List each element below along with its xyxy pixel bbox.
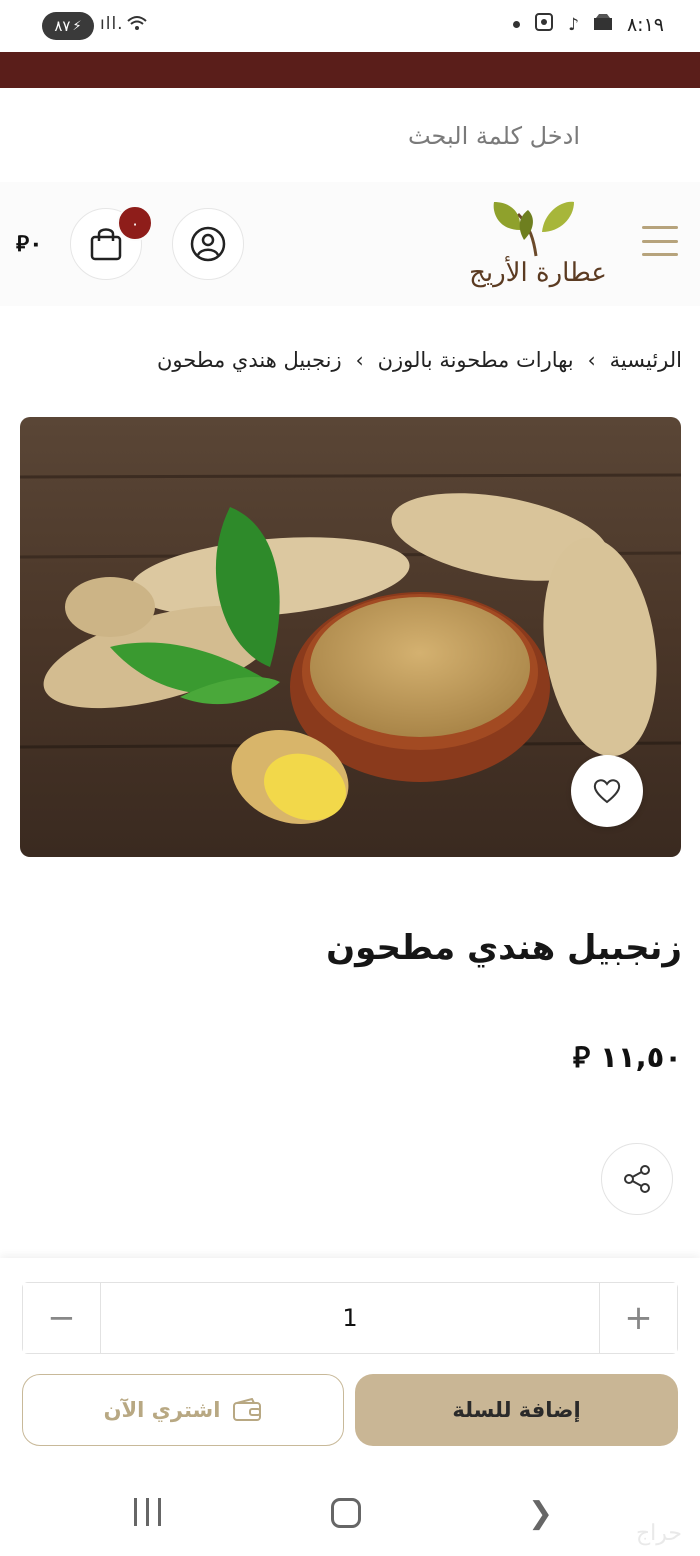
wallet-icon — [233, 1398, 262, 1421]
recent-apps-icon[interactable] — [134, 1498, 161, 1526]
clock: ٨:١٩ — [626, 13, 664, 36]
cart-total-value: ٠ — [29, 232, 43, 257]
increase-quantity-button[interactable]: + — [599, 1283, 677, 1353]
breadcrumb: الرئيسية ‹ بهارات مطحونة بالوزن ‹ زنجبيل… — [18, 330, 682, 390]
back-chevron-icon[interactable]: ❯ — [528, 1496, 553, 1531]
add-to-cart-button[interactable]: إضافة للسلة — [355, 1374, 678, 1446]
account-button[interactable] — [172, 208, 244, 280]
search-input[interactable] — [160, 116, 580, 156]
tiktok-icon: ♪ — [568, 14, 579, 35]
cart-count-badge: ٠ — [117, 205, 153, 241]
shopping-bag-icon — [90, 228, 122, 261]
currency-symbol: ⃁ — [572, 1040, 591, 1074]
battery-indicator: ٨٧ ⚡ — [42, 12, 94, 40]
wifi-icon — [126, 12, 148, 39]
tea-leaves-icon — [493, 201, 574, 257]
price-value: ١١,٥٠ — [600, 1040, 682, 1074]
store-logo[interactable]: عطارة الأريج — [458, 196, 618, 296]
buy-now-button[interactable]: اشتري الآن — [22, 1374, 344, 1446]
system-nav-bar: ❯ حراج — [0, 1464, 700, 1556]
breadcrumb-category[interactable]: بهارات مطحونة بالوزن — [378, 348, 574, 372]
share-icon — [624, 1165, 650, 1193]
logo-text: عطارة الأريج — [469, 258, 607, 288]
status-bar: ٨٧ ⚡ ıll. ♪ ٨:١٩ — [0, 0, 700, 52]
watermark: حراج — [635, 1521, 682, 1546]
product-image[interactable] — [20, 417, 681, 857]
purchase-panel: − 1 + اشتري الآن إضافة للسلة — [0, 1258, 700, 1464]
product-price: ١١,٥٠ ⃁ — [573, 1038, 682, 1076]
quantity-value[interactable]: 1 — [101, 1283, 599, 1353]
decrease-quantity-button[interactable]: − — [23, 1283, 101, 1353]
charging-icon: ⚡ — [72, 18, 82, 34]
chevron-left-icon: ‹ — [355, 348, 364, 372]
signal-icon: ıll. — [100, 14, 124, 34]
store-icon — [593, 13, 613, 36]
breadcrumb-home[interactable]: الرئيسية — [610, 348, 682, 372]
hamburger-menu-icon[interactable] — [642, 226, 678, 256]
battery-level: ٨٧ — [54, 17, 71, 35]
notification-dot-icon — [513, 21, 521, 28]
search-bar — [0, 88, 700, 182]
site-header: عطارة الأريج ٠ ⃁٠ — [0, 182, 700, 306]
currency-symbol: ⃁ — [16, 232, 30, 257]
wishlist-button[interactable] — [571, 755, 643, 827]
home-icon[interactable] — [331, 1498, 361, 1528]
buy-now-label: اشتري الآن — [103, 1398, 221, 1422]
heart-icon — [593, 779, 621, 804]
add-to-cart-label: إضافة للسلة — [452, 1398, 581, 1422]
breadcrumb-current: زنجبيل هندي مطحون — [156, 348, 342, 372]
quantity-stepper: − 1 + — [22, 1282, 678, 1354]
user-icon — [190, 226, 226, 262]
screenshot-icon — [534, 12, 554, 37]
cart-total: ⃁٠ — [16, 230, 43, 258]
share-button[interactable] — [601, 1143, 673, 1215]
chevron-left-icon: ‹ — [587, 348, 596, 372]
product-title: زنجبيل هندي مطحون — [326, 928, 682, 968]
brand-strip — [0, 52, 700, 88]
cart-button[interactable]: ٠ — [70, 205, 153, 280]
